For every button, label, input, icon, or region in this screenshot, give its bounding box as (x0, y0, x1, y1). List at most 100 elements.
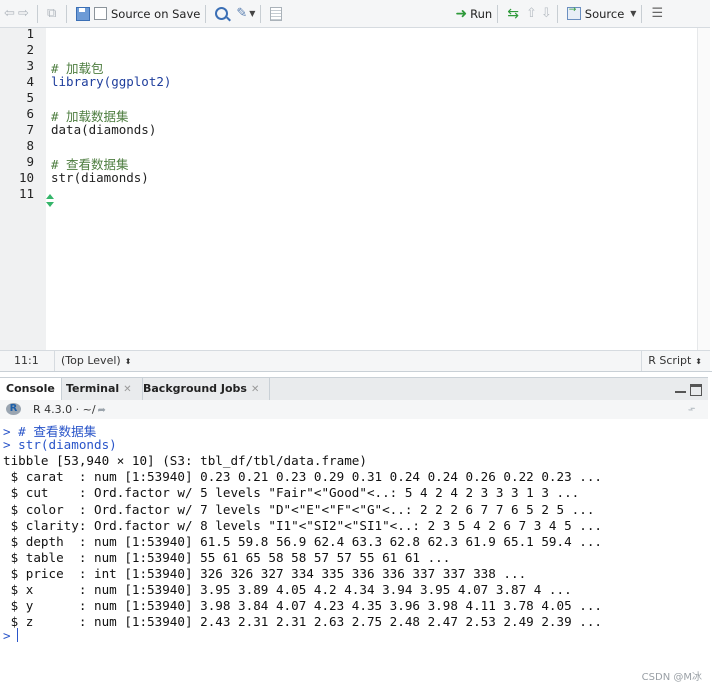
console-line: $ carat : num [1:53940] 0.23 0.21 0.23 0… (3, 469, 602, 485)
file-type-label: R Script (648, 354, 692, 367)
code-tools-button[interactable]: ✎ ▼ (236, 4, 255, 24)
tab-terminal-label: Terminal (66, 382, 120, 395)
console-line: $ y : num [1:53940] 3.98 3.84 4.07 4.23 … (3, 598, 602, 614)
fold-marker-icon[interactable] (45, 194, 55, 212)
line-number: 6 (26, 106, 34, 121)
updown-icon: ⬍ (124, 357, 132, 366)
code-line[interactable]: library(ggplot2) (51, 74, 171, 89)
r-logo-icon: R (6, 403, 21, 415)
line-number: 2 (26, 42, 34, 57)
line-number: 11 (18, 186, 34, 201)
cursor-position: 11:1 (14, 354, 39, 367)
console-line: $ color : Ord.factor w/ 7 levels "D"<"E"… (3, 501, 595, 517)
toolbar-divider (205, 4, 207, 23)
editor-scrollbar[interactable] (697, 28, 710, 350)
back-arrow-icon[interactable]: ⇦ (4, 7, 18, 20)
text-cursor (16, 628, 18, 642)
chevron-down-icon: ▼ (249, 9, 256, 18)
editor-toolbar: ⇦ ⇨ ⧉ Source on Save ✎▼ ➜ Run ⇆ ⇧ ⇩ Sour… (0, 0, 710, 28)
watermark: CSDN @M冰 (641, 672, 702, 683)
updown-icon: ⬍ (695, 357, 702, 366)
search-icon (215, 7, 229, 20)
console-tab-bar: Console Terminal ✕ Background Jobs ✕ (0, 377, 708, 401)
go-down-button[interactable]: ⇩ (541, 4, 552, 24)
rerun-icon: ⇆ (507, 5, 519, 22)
r-version-text: R 4.3.0 · ~/ (33, 403, 96, 416)
broom-icon[interactable]: ⌁ (685, 401, 699, 418)
tab-console[interactable]: Console (0, 378, 62, 401)
scope-selector[interactable]: (Top Level) ⬍ (54, 351, 131, 371)
go-to-directory-icon[interactable]: ➦ (98, 405, 106, 416)
editor-status-bar: 11:1 (Top Level) ⬍ R Script ⬍ (0, 350, 710, 371)
source-on-save-checkbox[interactable] (94, 7, 107, 20)
file-type-selector[interactable]: R Script ⬍ (641, 351, 710, 371)
rerun-button[interactable]: ⇆ (507, 4, 522, 24)
r-version-label: R 4.3.0 · ~/➦ (33, 403, 106, 416)
arrow-up-icon: ⇧ (525, 6, 537, 21)
toolbar-divider (37, 4, 38, 23)
console-line: $ price : int [1:53940] 326 326 327 334 … (3, 565, 527, 581)
minimize-icon[interactable] (675, 391, 686, 393)
find-replace-button[interactable] (215, 4, 229, 24)
tab-background-jobs-label: Background Jobs (143, 382, 247, 395)
console-line: tibble [53,940 × 10] (S3: tbl_df/tbl/dat… (3, 453, 367, 469)
scope-label: (Top Level) (61, 354, 121, 367)
console-line: $ clarity: Ord.factor w/ 8 levels "I1"<"… (3, 517, 602, 533)
tab-console-label: Console (6, 382, 55, 395)
tab-terminal[interactable]: Terminal ✕ (60, 378, 143, 400)
close-icon[interactable]: ✕ (123, 384, 131, 395)
line-number: 3 (26, 58, 34, 73)
console-info-bar: R R 4.3.0 · ~/➦ ⌁ (0, 400, 708, 419)
magic-wand-icon: ✎ (236, 6, 248, 21)
toolbar-divider (556, 4, 558, 23)
show-in-window-button[interactable]: ⧉ (47, 4, 61, 24)
outline-icon: ☰ (651, 5, 664, 21)
run-arrow-icon: ➜ (455, 5, 468, 22)
document-lines-icon (270, 6, 283, 21)
code-line[interactable]: str(diamonds) (51, 170, 149, 185)
console-line: $ z : num [1:53940] 2.43 2.31 2.31 2.63 … (3, 614, 602, 630)
chevron-down-icon[interactable]: ▼ (630, 9, 636, 18)
source-on-save-toggle[interactable]: Source on Save (94, 4, 200, 24)
source-button[interactable]: Source ▼ (566, 4, 636, 24)
toolbar-divider (66, 4, 67, 23)
prompt-symbol: > (3, 628, 11, 643)
line-number: 4 (26, 74, 34, 89)
compile-report-button[interactable] (270, 4, 283, 24)
toolbar-divider (260, 4, 262, 23)
console-line: > str(diamonds) (3, 437, 117, 453)
code-line[interactable]: data(diamonds) (51, 122, 156, 137)
source-label: Source (584, 6, 625, 21)
console-line: $ table : num [1:53940] 55 61 65 58 58 5… (3, 549, 451, 565)
console-prompt[interactable]: > (3, 628, 18, 643)
line-number: 9 (26, 154, 34, 169)
line-number: 10 (18, 170, 34, 185)
go-up-button[interactable]: ⇧ (526, 4, 537, 24)
maximize-icon[interactable] (690, 384, 702, 396)
line-number-gutter: 1 2 3 4 5 6 7 8 9 10 11 (0, 26, 46, 350)
line-number: 5 (26, 90, 34, 105)
run-button[interactable]: ➜ Run (455, 4, 492, 24)
line-number: 7 (26, 122, 34, 137)
close-icon[interactable]: ✕ (251, 384, 259, 395)
save-button[interactable] (76, 4, 90, 24)
console-output[interactable]: > # 查看数据集 > str(diamonds) tibble [53,940 ×… (0, 420, 708, 666)
save-icon (76, 6, 90, 21)
console-line: $ x : num [1:53940] 3.95 3.89 4.05 4.2 4… (3, 582, 572, 597)
console-line: $ depth : num [1:53940] 61.5 59.8 56.9 6… (3, 533, 602, 549)
line-number: 1 (26, 26, 34, 41)
toolbar-divider (641, 4, 643, 23)
run-label: Run (470, 6, 493, 21)
line-number: 8 (26, 138, 34, 153)
arrow-down-icon: ⇩ (540, 6, 552, 21)
source-editor-pane: ⇦ ⇨ ⧉ Source on Save ✎▼ ➜ Run ⇆ ⇧ ⇩ Sour… (0, 0, 712, 372)
forward-arrow-icon[interactable]: ⇨ (18, 7, 32, 20)
console-line: $ cut : Ord.factor w/ 5 levels "Fair"<"G… (3, 485, 580, 501)
outline-button[interactable]: ☰ (651, 4, 665, 24)
popout-icon: ⧉ (47, 5, 57, 21)
pane-window-controls (675, 384, 702, 396)
toolbar-divider (497, 4, 499, 23)
tab-background-jobs[interactable]: Background Jobs ✕ (137, 378, 271, 400)
nav-group: ⇦ ⇨ (4, 4, 32, 24)
source-on-save-label: Source on Save (111, 6, 201, 21)
